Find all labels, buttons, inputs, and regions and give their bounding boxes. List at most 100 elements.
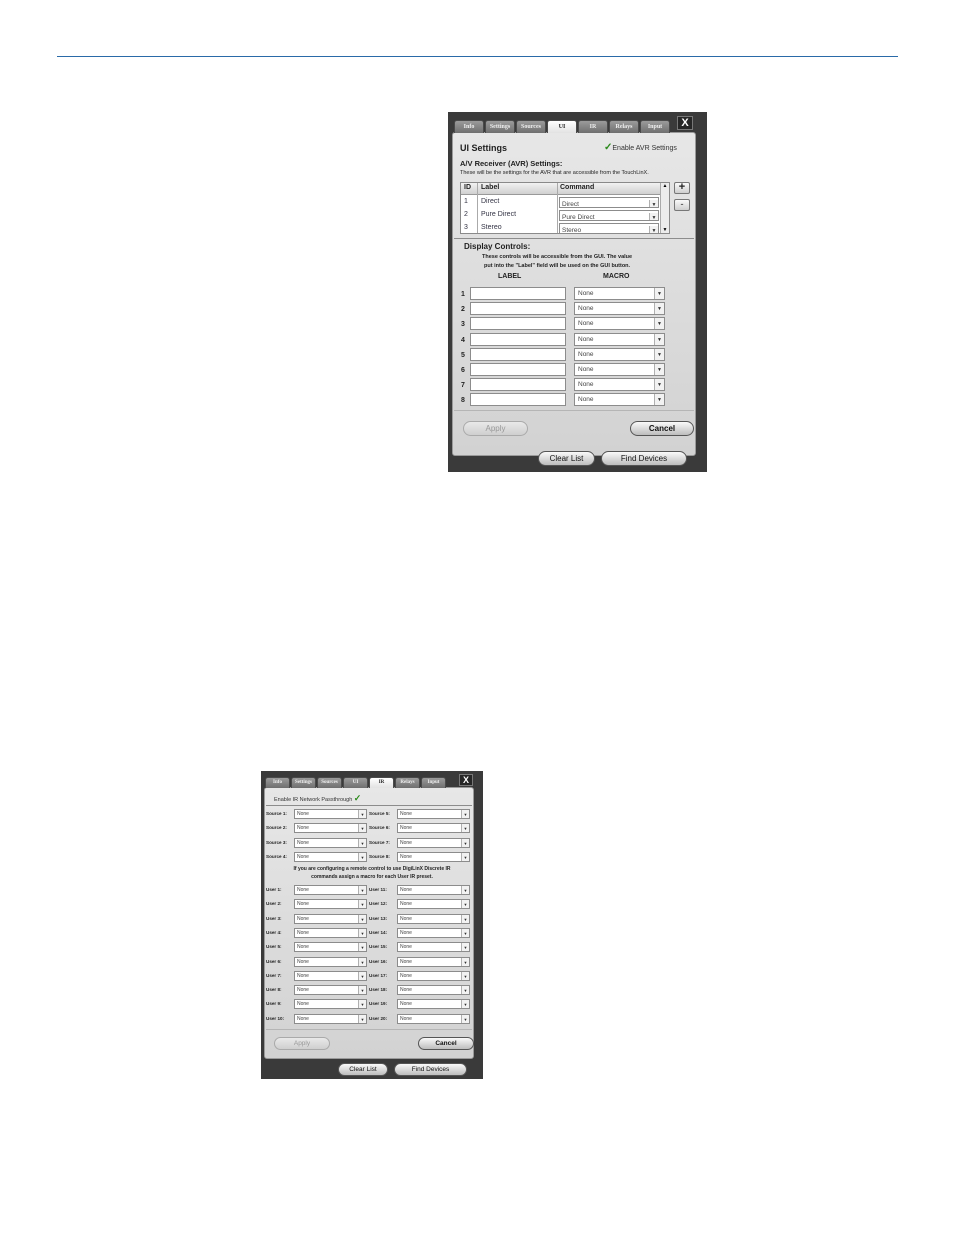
ir-macro-value: None [297,987,309,994]
ir-macro-select[interactable]: None ▼ [294,942,367,953]
tab-ir[interactable]: IR [369,777,394,788]
scroll-up-icon[interactable]: ▲ [661,183,669,189]
chevron-down-icon: ▼ [358,928,366,937]
ir-macro-select[interactable]: None ▼ [294,809,367,819]
table-scrollbar[interactable]: ▲ ▼ [660,183,669,233]
ir-macro-select[interactable]: None ▼ [397,899,470,910]
ir-macro-value: None [400,853,412,860]
control-label-input[interactable] [470,332,566,346]
ir-macro-value: None [400,929,412,936]
macro-select[interactable]: None ▼ [574,347,665,361]
control-label-input[interactable] [470,347,566,361]
chevron-down-icon: ▼ [358,971,366,980]
table-row[interactable]: 1 Direct Direct ▼ [461,196,669,209]
ir-macro-select[interactable]: None ▼ [397,809,470,819]
tab-input[interactable]: Input [640,120,670,133]
macro-value: None [578,320,594,328]
ir-macro-select[interactable]: None ▼ [294,913,367,924]
ir-macro-select[interactable]: None ▼ [294,851,367,862]
ir-macro-select[interactable]: None ▼ [294,837,367,848]
ir-macro-select[interactable]: None ▼ [294,899,367,910]
ir-macro-select[interactable]: None ▼ [397,970,470,981]
macro-select[interactable]: None ▼ [574,393,665,407]
ir-macro-value: None [400,825,412,832]
tab-sources[interactable]: Sources [516,120,546,133]
ir-macro-select[interactable]: None ▼ [294,823,367,834]
ir-macro-select[interactable]: None ▼ [397,956,470,967]
ir-macro-select[interactable]: None ▼ [397,985,470,996]
passthrough-checkbox[interactable]: Enable IR Network Passthrough ✓ [274,793,361,804]
command-select[interactable]: Pure Direct ▼ [559,210,659,221]
table-row[interactable]: 2 Pure Direct Pure Direct ▼ [461,209,669,222]
ir-macro-select[interactable]: None ▼ [397,851,470,862]
ir-macro-select[interactable]: None ▼ [397,1013,470,1024]
tab-info[interactable]: Info [265,777,290,788]
clear-list-button[interactable]: Clear List [538,451,595,466]
ir-macro-select[interactable]: None ▼ [294,970,367,981]
tab-relays[interactable]: Relays [395,777,420,788]
control-label-input[interactable] [470,317,566,331]
apply-button[interactable]: Apply [274,1037,330,1050]
control-label-input[interactable] [470,363,566,376]
ir-macro-select[interactable]: None ▼ [294,1013,367,1024]
control-label-input[interactable] [470,378,566,392]
ir-row-label: User 2: [266,901,282,907]
macro-select[interactable]: None ▼ [574,363,665,376]
ir-macro-value: None [297,972,309,979]
macro-select[interactable]: None ▼ [574,317,665,331]
tab-input[interactable]: Input [421,777,446,788]
ir-macro-select[interactable]: None ▼ [397,927,470,938]
enable-avr-checkbox[interactable]: ✓Enable AVR Settings [604,142,677,153]
close-button[interactable]: X [677,116,693,130]
ir-macro-select[interactable]: None ▼ [294,999,367,1010]
header-rule [57,56,898,57]
clear-list-button[interactable]: Clear List [338,1063,388,1076]
ir-macro-select[interactable]: None ▼ [294,956,367,967]
passthrough-label: Enable IR Network Passthrough [274,797,353,803]
chevron-down-icon: ▼ [461,824,469,833]
tab-settings[interactable]: Settings [291,777,316,788]
ir-macro-select[interactable]: None ▼ [294,927,367,938]
tab-settings[interactable]: Settings [485,120,515,133]
ir-macro-select[interactable]: None ▼ [397,913,470,924]
tab-ui[interactable]: UI [547,120,577,133]
chevron-down-icon: ▼ [461,1014,469,1023]
macro-select[interactable]: None ▼ [574,287,665,300]
macro-value: None [578,350,594,358]
ir-macro-value: None [297,944,309,951]
chevron-down-icon: ▼ [461,1000,469,1009]
ir-macro-select[interactable]: None ▼ [397,999,470,1010]
ir-macro-select[interactable]: None ▼ [294,885,367,895]
apply-button[interactable]: Apply [463,421,528,436]
tab-sources[interactable]: Sources [317,777,342,788]
control-label-input[interactable] [470,393,566,407]
tab-info[interactable]: Info [454,120,484,133]
table-row[interactable]: 3 Stereo Stereo ▼ [461,222,669,233]
control-label-input[interactable] [470,287,566,300]
ir-macro-select[interactable]: None ▼ [397,885,470,895]
tab-ir[interactable]: IR [578,120,608,133]
close-button[interactable]: X [459,774,473,786]
cancel-button[interactable]: Cancel [418,1037,474,1050]
macro-select[interactable]: None ▼ [574,302,665,316]
tab-relays[interactable]: Relays [609,120,639,133]
find-devices-button[interactable]: Find Devices [394,1063,467,1076]
ir-macro-select[interactable]: None ▼ [294,985,367,996]
ir-macro-select[interactable]: None ▼ [397,837,470,848]
add-row-button[interactable]: + [674,182,690,194]
find-devices-button[interactable]: Find Devices [601,451,687,466]
remove-row-button[interactable]: - [674,199,690,211]
ir-row-label: User 13: [369,915,388,921]
ir-macro-select[interactable]: None ▼ [397,942,470,953]
cancel-button[interactable]: Cancel [630,421,694,436]
row-id: 2 [464,211,468,218]
macro-select[interactable]: None ▼ [574,332,665,346]
ir-macro-select[interactable]: None ▼ [397,823,470,834]
command-select[interactable]: Stereo ▼ [559,223,659,233]
macro-select[interactable]: None ▼ [574,378,665,392]
scroll-down-icon[interactable]: ▼ [661,227,669,233]
chevron-down-icon: ▼ [358,957,366,966]
control-label-input[interactable] [470,302,566,316]
tab-ui[interactable]: UI [343,777,368,788]
command-select[interactable]: Direct ▼ [559,197,659,208]
